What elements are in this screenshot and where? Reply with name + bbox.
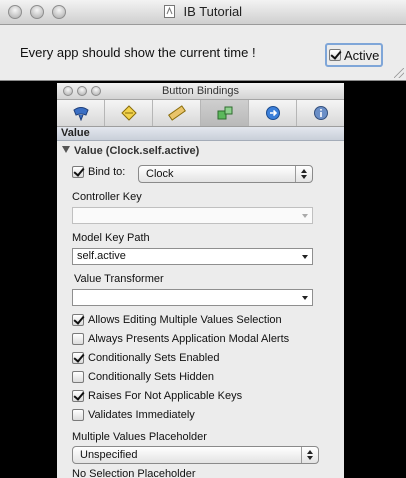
binding-group-title: Value (Clock.self.active) xyxy=(74,145,200,157)
size-icon xyxy=(167,105,186,121)
active-checkbox[interactable]: Active xyxy=(325,43,384,67)
model-key-path-label: Model Key Path xyxy=(72,232,150,244)
bind-to-checkbox[interactable] xyxy=(72,166,84,178)
tab-identity[interactable] xyxy=(297,100,344,126)
tab-bindings[interactable] xyxy=(201,100,249,126)
info-icon xyxy=(313,106,328,120)
chevron-down-icon[interactable] xyxy=(300,293,310,302)
time-message-label: Every app should show the current time ! xyxy=(20,45,256,60)
window-title: IB Tutorial xyxy=(183,4,243,19)
binding-group-header[interactable]: Value (Clock.self.active) xyxy=(62,145,199,157)
option-checkbox[interactable] xyxy=(72,333,84,345)
attributes-icon xyxy=(72,107,89,121)
chevron-down-icon xyxy=(300,211,310,220)
option-label: Always Presents Application Modal Alerts xyxy=(88,333,290,345)
option-checkbox[interactable] xyxy=(72,390,84,402)
main-window: IB Tutorial Every app should show the cu… xyxy=(0,0,406,81)
bind-to-popup[interactable]: Clock xyxy=(138,165,313,183)
main-window-titlebar[interactable]: IB Tutorial xyxy=(0,0,406,25)
tab-size[interactable] xyxy=(153,100,201,126)
option-row[interactable]: Validates Immediately xyxy=(72,409,195,421)
effects-icon xyxy=(120,105,137,121)
option-row[interactable]: Allows Editing Multiple Values Selection xyxy=(72,314,282,326)
value-transformer-label: Value Transformer xyxy=(74,273,164,285)
model-key-path-combo[interactable]: self.active xyxy=(72,248,313,265)
bind-to-row: Bind to: xyxy=(72,166,125,178)
window-title-container: IB Tutorial xyxy=(0,4,406,19)
bindings-icon xyxy=(217,106,232,120)
tab-effects[interactable] xyxy=(105,100,153,126)
controller-key-label: Controller Key xyxy=(72,191,142,203)
option-row[interactable]: Conditionally Sets Enabled xyxy=(72,352,219,364)
connections-icon xyxy=(265,106,280,120)
disclosure-triangle-icon[interactable] xyxy=(62,146,70,153)
popup-stepper-icon xyxy=(301,447,318,463)
document-icon xyxy=(163,5,175,18)
model-key-path-value: self.active xyxy=(77,250,126,262)
multiple-values-placeholder-label: Multiple Values Placeholder xyxy=(72,431,207,443)
option-checkbox[interactable] xyxy=(72,314,84,326)
option-row[interactable]: Raises For Not Applicable Keys xyxy=(72,390,242,402)
tab-connections[interactable] xyxy=(249,100,297,126)
active-checkbox-box[interactable] xyxy=(329,49,341,61)
option-label: Validates Immediately xyxy=(88,409,195,421)
option-label: Raises For Not Applicable Keys xyxy=(88,390,243,402)
active-checkbox-label: Active xyxy=(344,47,380,63)
resize-grip-icon[interactable] xyxy=(394,68,404,78)
chevron-down-icon[interactable] xyxy=(300,252,310,261)
no-selection-placeholder-label: No Selection Placeholder xyxy=(72,468,196,478)
option-checkbox[interactable] xyxy=(72,409,84,421)
multiple-values-placeholder-popup[interactable]: Unspecified xyxy=(72,446,319,464)
value-transformer-combo[interactable] xyxy=(72,289,313,306)
option-checkbox[interactable] xyxy=(72,352,84,364)
tab-attributes[interactable] xyxy=(57,100,105,126)
inspector-titlebar[interactable]: Button Bindings xyxy=(57,83,344,100)
option-label: Conditionally Sets Hidden xyxy=(88,371,214,383)
option-row[interactable]: Conditionally Sets Hidden xyxy=(72,371,214,383)
inspector-title: Button Bindings xyxy=(161,85,240,97)
bind-to-value: Clock xyxy=(146,168,174,180)
option-row[interactable]: Always Presents Application Modal Alerts xyxy=(72,333,289,345)
controller-key-combo[interactable] xyxy=(72,207,313,224)
inspector-toolbar xyxy=(57,100,344,127)
popup-stepper-icon xyxy=(295,166,312,182)
option-label: Allows Editing Multiple Values Selection xyxy=(88,314,282,326)
option-label: Conditionally Sets Enabled xyxy=(88,352,220,364)
bindings-inspector-panel: Button Bindings Value Value (Clock.self.… xyxy=(57,83,344,478)
bind-to-label: Bind to: xyxy=(88,166,126,178)
multiple-values-placeholder-value: Unspecified xyxy=(80,449,138,461)
option-checkbox[interactable] xyxy=(72,371,84,383)
section-header-value: Value xyxy=(57,127,344,141)
